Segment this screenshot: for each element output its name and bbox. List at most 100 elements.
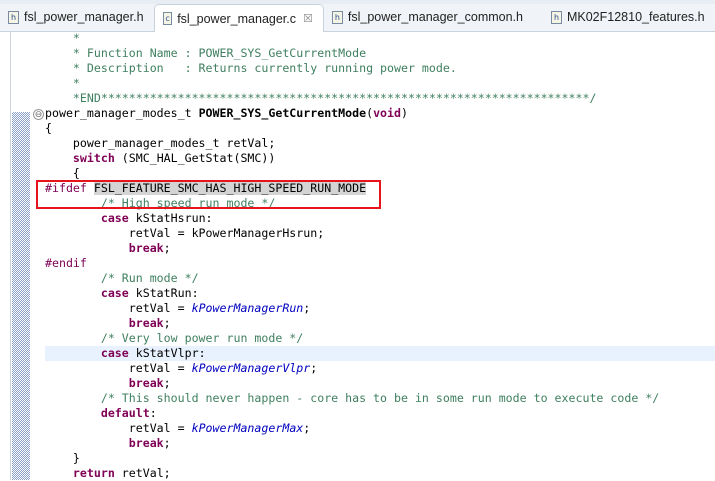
code-token: *END************************************… — [45, 91, 597, 105]
code-token: * Function Name : POWER_SYS_GetCurrentMo… — [45, 46, 367, 60]
code-token: /* Run mode */ — [45, 271, 199, 285]
code-token: { — [45, 166, 80, 180]
code-token: } — [45, 451, 80, 465]
code-line: break; — [45, 316, 171, 331]
h-file-icon: h — [331, 10, 343, 24]
code-token: void — [373, 106, 401, 120]
code-line: * — [45, 31, 80, 46]
code-line: break; — [45, 241, 171, 256]
code-token: kPowerManagerMax — [191, 421, 304, 435]
code-token: retVal; — [114, 466, 171, 480]
code-token: break — [128, 316, 164, 330]
code-line: break; — [45, 376, 171, 391]
code-line: default: — [45, 406, 157, 421]
tab-label: MK02F12810_features.h — [566, 10, 705, 24]
code-token: #endif — [45, 256, 87, 270]
code-line: { — [45, 166, 80, 181]
tab-1[interactable]: c fsl_power_manager.c ☒ — [153, 4, 324, 32]
code-line: case kStatRun: — [45, 286, 199, 301]
code-token: retVal = — [45, 301, 192, 315]
code-line: power_manager_modes_t POWER_SYS_GetCurre… — [45, 106, 408, 121]
code-token: ) — [401, 106, 408, 120]
code-line: * — [45, 76, 80, 91]
code-token: kStatRun: — [128, 286, 199, 300]
code-token: /* This should never happen - core has t… — [45, 391, 660, 405]
code-token: case — [100, 286, 129, 300]
code-token: * Description : Returns currently runnin… — [45, 61, 457, 75]
code-line: * Function Name : POWER_SYS_GetCurrentMo… — [45, 46, 366, 61]
fold-toggle-icon[interactable]: ⊖ — [33, 109, 44, 120]
code-token: break — [128, 241, 164, 255]
code-line: /* Run mode */ — [45, 271, 199, 286]
code-line: retVal = kPowerManagerMax; — [45, 421, 311, 436]
code-editor[interactable]: * * Function Name : POWER_SYS_GetCurrent… — [30, 31, 715, 480]
code-token: case — [100, 346, 129, 360]
c-file-icon: c — [162, 12, 173, 25]
editor-tab-bar: h fsl_power_manager.h c fsl_power_manager.c… — [0, 4, 715, 32]
code-line: break; — [45, 436, 171, 451]
code-line: /* Very low power run mode */ — [45, 331, 303, 346]
tab-0[interactable]: h fsl_power_manager.h — [0, 4, 154, 30]
code-token: POWER_SYS_GetCurrentMode — [198, 106, 367, 120]
code-line: { — [45, 121, 52, 136]
tab-label: fsl_power_manager.c — [177, 11, 297, 26]
code-line: retVal = kPowerManagerVlpr; — [45, 361, 318, 376]
code-token: retVal = — [45, 361, 192, 375]
tab-label: fsl_power_manager_common.h — [347, 10, 523, 24]
code-line: #endif — [45, 256, 87, 271]
code-line: * Description : Returns currently runnin… — [45, 61, 457, 76]
h-file-icon: h — [8, 10, 19, 24]
code-token: ; — [163, 376, 171, 390]
code-token: : — [149, 406, 157, 420]
code-token: kPowerManagerRun — [191, 301, 304, 315]
code-line: return retVal; — [45, 466, 171, 481]
code-token: switch — [72, 151, 115, 165]
code-line: retVal = kPowerManagerHsrun; — [45, 226, 324, 241]
code-token: /* Very low power run mode */ — [45, 331, 304, 345]
code-token: kPowerManagerVlpr — [191, 361, 311, 375]
code-line: power_manager_modes_t retVal; — [45, 136, 275, 151]
code-token: break — [128, 376, 164, 390]
change-ruler — [12, 112, 30, 480]
code-line: case kStatVlpr: — [45, 346, 206, 361]
code-token: * — [45, 31, 80, 45]
code-token: power_manager_modes_t retVal; — [45, 136, 276, 150]
code-token: power_manager_modes_t — [45, 106, 199, 120]
code-token: retVal = — [45, 421, 192, 435]
code-token: default — [100, 406, 150, 420]
code-token: kStatHsrun: — [128, 211, 213, 225]
code-token: return — [72, 466, 115, 480]
code-token: kStatVlpr: — [128, 346, 206, 360]
code-token: case — [100, 211, 129, 225]
h-file-icon: h — [550, 10, 562, 24]
code-token: ; — [163, 436, 171, 450]
code-token: (SMC_HAL_GetStat(SMC)) — [114, 151, 276, 165]
tab-3[interactable]: h MK02F12810_features.h — [533, 4, 715, 30]
code-token: ; — [310, 361, 318, 375]
code-line: *END************************************… — [45, 91, 597, 106]
code-line: } — [45, 451, 80, 466]
tab-2[interactable]: h fsl_power_manager_common.h — [324, 4, 533, 30]
code-token: ; — [303, 301, 311, 315]
code-token: * — [45, 76, 80, 90]
code-token: ; — [163, 241, 171, 255]
code-token: ; — [303, 421, 311, 435]
code-line: retVal = kPowerManagerRun; — [45, 301, 311, 316]
code-line: switch (SMC_HAL_GetStat(SMC)) — [45, 151, 275, 166]
tab-label: fsl_power_manager.h — [24, 10, 144, 24]
code-token: ; — [163, 316, 171, 330]
code-line: /* This should never happen - core has t… — [45, 391, 659, 406]
left-panel-edge — [0, 32, 11, 480]
code-line: case kStatHsrun: — [45, 211, 213, 226]
close-tab-icon[interactable]: ☒ — [303, 12, 313, 25]
